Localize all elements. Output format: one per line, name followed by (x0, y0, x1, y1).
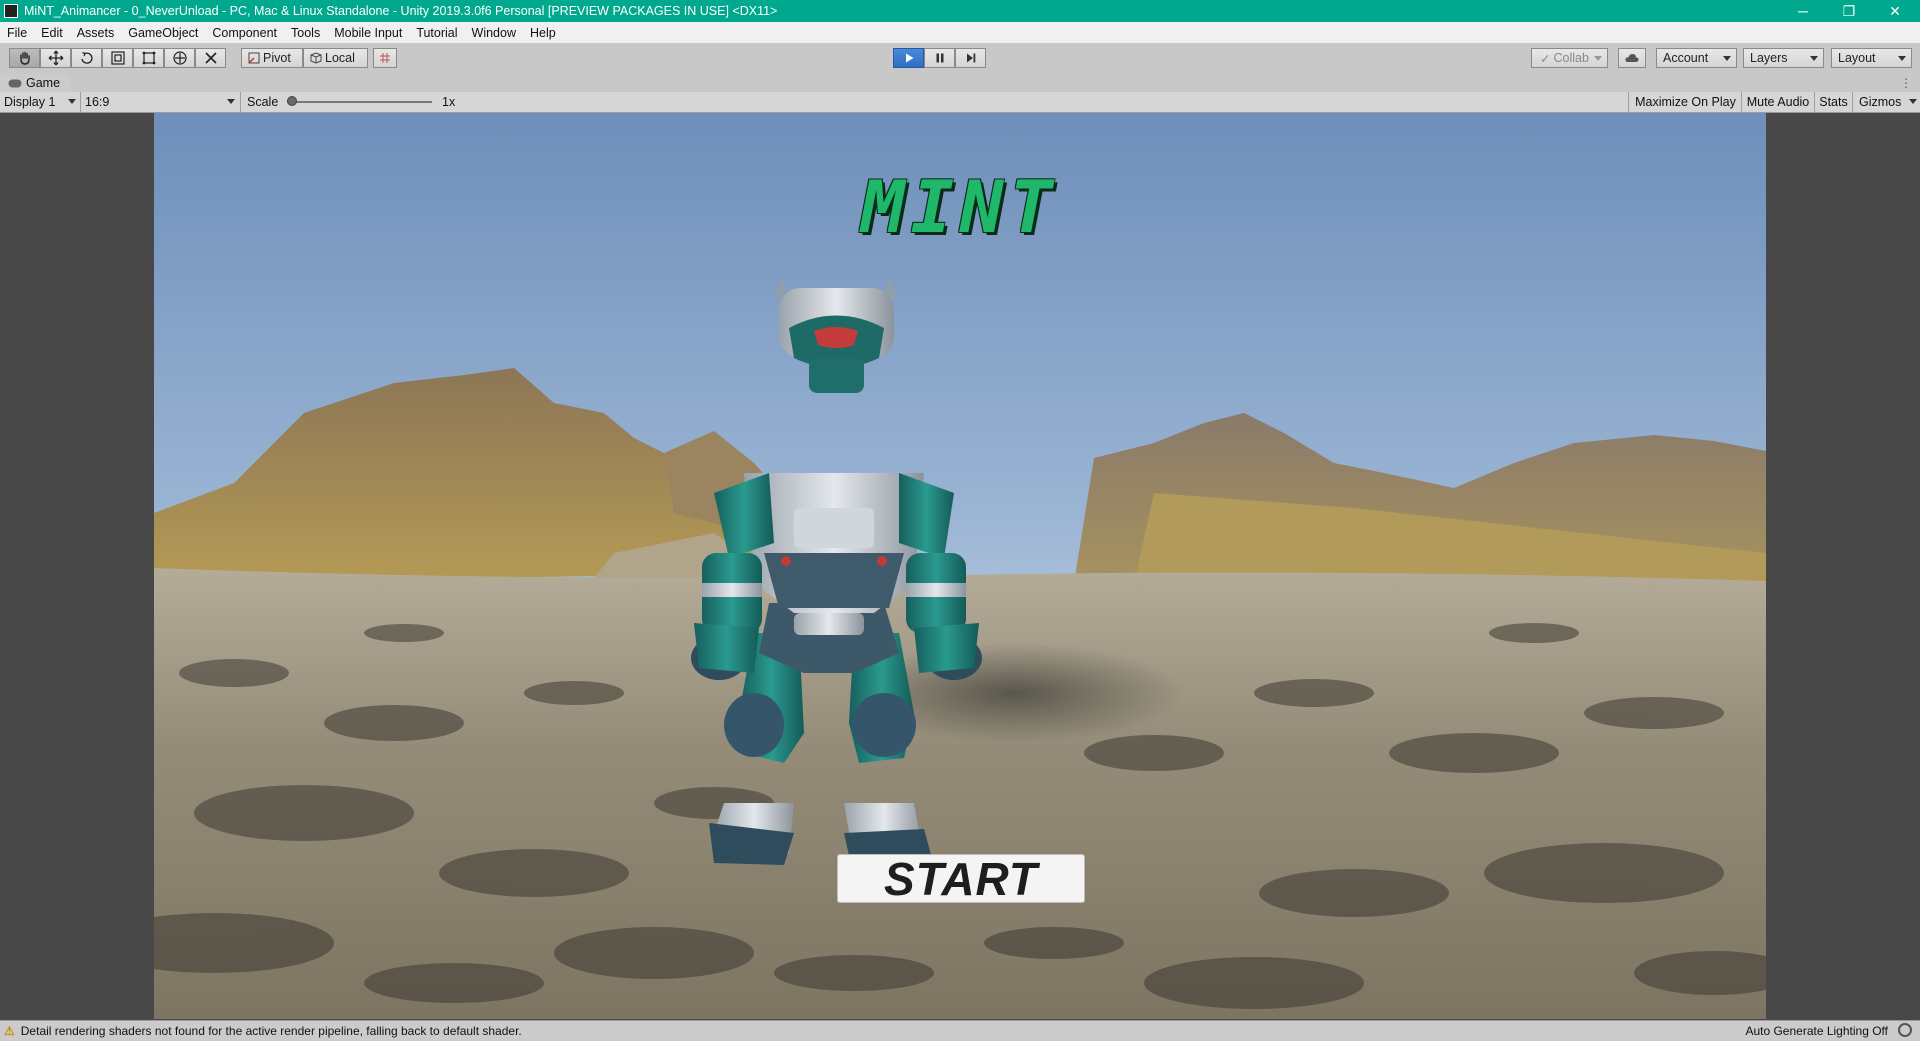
local-label: Local (325, 51, 355, 65)
display-label: Display 1 (4, 95, 56, 109)
layers-dropdown[interactable]: Layers (1743, 48, 1824, 68)
play-button[interactable] (893, 48, 924, 68)
chevron-down-icon (1810, 56, 1818, 61)
layout-label: Layout (1838, 51, 1876, 65)
status-message[interactable]: Detail rendering shaders not found for t… (21, 1024, 522, 1038)
menu-mobile-input[interactable]: Mobile Input (327, 26, 409, 40)
mute-audio-label: Mute Audio (1746, 95, 1810, 109)
menu-bar: File Edit Assets GameObject Component To… (0, 22, 1920, 44)
pause-button[interactable] (924, 48, 955, 68)
maximize-on-play-label: Maximize On Play (1635, 95, 1736, 109)
account-label: Account (1663, 51, 1709, 65)
lighting-indicator-icon (1898, 1023, 1912, 1037)
lighting-status: Auto Generate Lighting Off (1745, 1024, 1888, 1038)
scale-slider-handle[interactable] (287, 96, 297, 106)
custom-tool-button[interactable] (195, 48, 226, 68)
rect-tool-icon (142, 51, 155, 65)
minimize-button[interactable]: ─ (1780, 0, 1826, 22)
aspect-label: 16:9 (85, 95, 110, 109)
chevron-down-icon (1909, 99, 1917, 104)
window-title: MiNT_Animancer - 0_NeverUnload - PC, Mac… (24, 4, 778, 18)
maximize-on-play-toggle[interactable]: Maximize On Play (1628, 92, 1742, 112)
menu-tools[interactable]: Tools (284, 26, 327, 40)
menu-help[interactable]: Help (523, 26, 563, 40)
tab-game-label: Game (26, 76, 61, 90)
play-icon (905, 53, 913, 63)
layers-label: Layers (1750, 51, 1788, 65)
account-dropdown[interactable]: Account (1656, 48, 1737, 68)
menu-edit[interactable]: Edit (34, 26, 70, 40)
gizmos-label: Gizmos (1859, 95, 1902, 109)
aspect-dropdown[interactable]: 16:9 (80, 92, 237, 112)
tab-game[interactable]: Game (0, 74, 70, 92)
scale-icon (110, 51, 125, 65)
menu-assets[interactable]: Assets (70, 26, 122, 40)
scale-tool-button[interactable] (102, 48, 133, 68)
rotate-tool-button[interactable] (71, 48, 102, 68)
unity-app-icon (4, 4, 18, 18)
gamepad-icon (8, 79, 22, 87)
menu-tutorial[interactable]: Tutorial (409, 26, 464, 40)
scale-value: 1x (442, 95, 456, 109)
local-toggle[interactable]: Local (303, 48, 368, 68)
scale-slider-track[interactable] (287, 101, 432, 103)
game-tab-bar: Game ⋮ (0, 74, 1920, 93)
mute-audio-toggle[interactable]: Mute Audio (1741, 92, 1814, 112)
move-tool-button[interactable] (40, 48, 71, 68)
gizmos-dropdown[interactable]: Gizmos (1852, 92, 1920, 112)
chevron-down-icon (1723, 56, 1731, 61)
scale-label: Scale (247, 95, 279, 109)
menu-component[interactable]: Component (205, 26, 284, 40)
rotate-icon (80, 51, 93, 64)
cloud-button[interactable] (1618, 48, 1646, 68)
collab-dropdown[interactable]: ✓ Collab (1531, 48, 1608, 68)
status-bar: ⚠ Detail rendering shaders not found for… (0, 1020, 1920, 1041)
rect-tool-button[interactable] (133, 48, 164, 68)
pivot-label: Pivot (263, 51, 291, 65)
stats-toggle[interactable]: Stats (1814, 92, 1852, 112)
tab-menu-icon[interactable]: ⋮ (1900, 76, 1912, 90)
chevron-down-icon (1594, 56, 1602, 61)
close-button[interactable]: ✕ (1872, 0, 1918, 22)
chevron-down-icon (1898, 56, 1906, 61)
game-view-bar: Display 1 16:9 Scale 1x Maximize On Play… (0, 92, 1920, 113)
mint-logo: MINT (861, 165, 1059, 249)
layout-dropdown[interactable]: Layout (1831, 48, 1912, 68)
grid-snap-icon (380, 53, 390, 63)
chevron-down-icon (68, 99, 76, 104)
display-dropdown[interactable]: Display 1 (4, 92, 78, 112)
main-toolbar: Pivot Local ✓ Collab Account Layers Layo… (0, 43, 1920, 75)
hand-tool-button[interactable] (9, 48, 40, 68)
warning-icon: ⚠ (4, 1024, 15, 1038)
tools-icon (204, 52, 217, 64)
pivot-toggle[interactable]: Pivot (241, 48, 303, 68)
move-arrows-icon (48, 50, 63, 66)
restore-button[interactable]: ❐ (1826, 0, 1872, 22)
collab-label: Collab (1553, 51, 1589, 65)
transform-icon (172, 51, 187, 65)
start-button[interactable]: START (837, 853, 1085, 905)
collab-check-icon: ✓ (1540, 51, 1551, 66)
hand-icon (19, 51, 30, 65)
title-bar: MiNT_Animancer - 0_NeverUnload - PC, Mac… (0, 0, 1920, 22)
menu-file[interactable]: File (0, 26, 34, 40)
step-button[interactable] (955, 48, 986, 68)
cloud-icon (1625, 54, 1639, 62)
chevron-down-icon (227, 99, 235, 104)
stats-label: Stats (1819, 95, 1848, 109)
menu-gameobject[interactable]: GameObject (121, 26, 205, 40)
step-icon (966, 53, 975, 63)
pause-icon (936, 53, 943, 63)
menu-window[interactable]: Window (465, 26, 523, 40)
pivot-icon (248, 52, 260, 64)
transform-tool-button[interactable] (164, 48, 195, 68)
grid-snap-button[interactable] (373, 48, 397, 68)
game-viewport[interactable]: MINT START (154, 113, 1766, 1019)
local-cube-icon (310, 52, 322, 64)
scale-control: Scale 1x (240, 92, 456, 112)
